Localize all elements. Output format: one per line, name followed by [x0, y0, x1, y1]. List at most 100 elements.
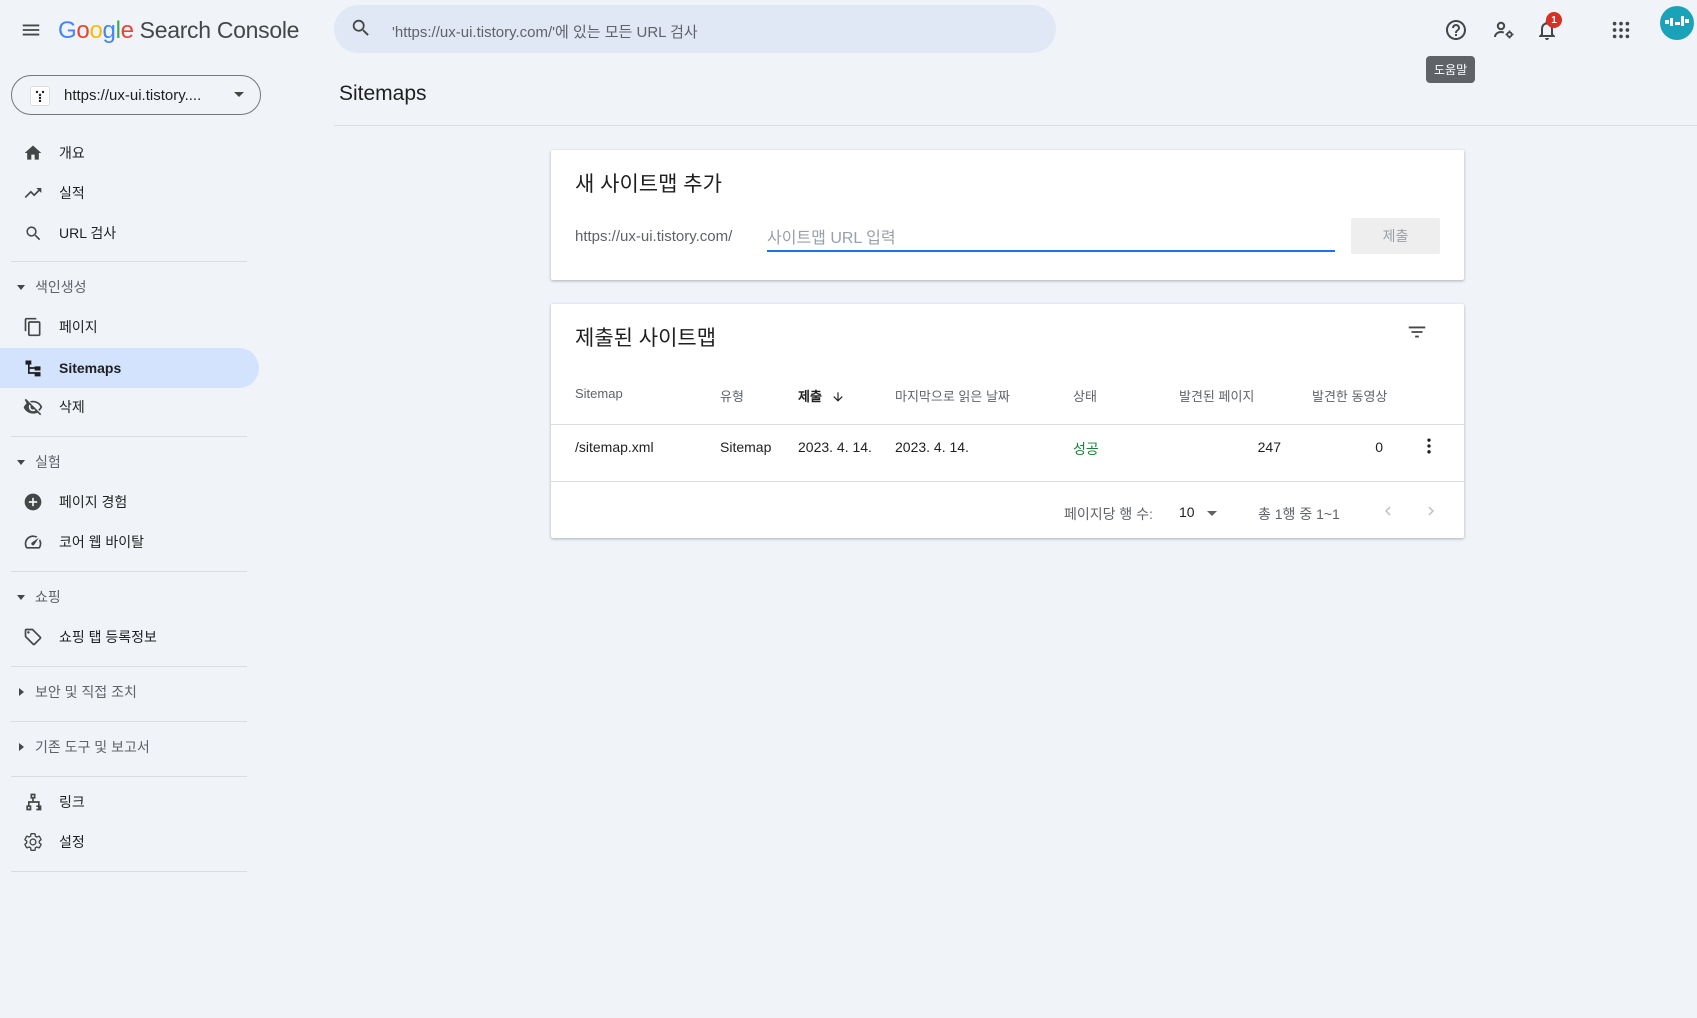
chevron-down-icon[interactable]: [1207, 511, 1217, 516]
sidebar-item-overview[interactable]: 개요: [0, 133, 260, 173]
submitted-sitemaps-title: 제출된 사이트맵: [575, 327, 717, 350]
sidebar-item-page-experience[interactable]: 페이지 경험: [0, 482, 260, 522]
section-security-manual-actions[interactable]: 보안 및 직접 조치: [0, 677, 260, 707]
add-sitemap-card: 새 사이트맵 추가 https://ux-ui.tistory.com/ 제출: [551, 150, 1464, 280]
cell-discovered-videos: 0: [1375, 439, 1383, 455]
cell-last-read: 2023. 4. 14.: [895, 439, 969, 455]
sidebar-divider: [11, 261, 247, 262]
add-circle-icon: [22, 491, 44, 513]
sidebar-item-label: 설정: [59, 834, 85, 850]
links-icon: [22, 791, 44, 813]
column-header-discovered-pages[interactable]: 발견된 페이지: [1179, 386, 1254, 405]
caret-right-icon: [19, 743, 24, 751]
section-experience[interactable]: 실험: [0, 447, 260, 477]
manage-users-icon[interactable]: [1488, 14, 1520, 46]
filter-icon[interactable]: [1405, 320, 1429, 344]
cell-discovered-pages: 247: [1257, 439, 1281, 455]
next-page-icon[interactable]: [1417, 497, 1445, 525]
section-legacy-tools[interactable]: 기존 도구 및 보고서: [0, 732, 260, 762]
pagination-range: 총 1행 중 1~1: [1258, 506, 1340, 522]
sidebar-item-label: 실적: [59, 185, 85, 201]
sidebar-item-label: 페이지 경험: [59, 494, 128, 510]
sidebar-item-performance[interactable]: 실적: [0, 173, 260, 213]
sidebar-item-label: 삭제: [59, 399, 85, 415]
rows-per-page-label: 페이지당 행 수:: [1064, 506, 1153, 522]
header-divider: [551, 424, 1464, 425]
rows-per-page-select[interactable]: 10: [1179, 504, 1195, 520]
sidebar-item-url-inspection[interactable]: URL 검사: [0, 213, 260, 253]
sidebar-item-label: 개요: [59, 145, 85, 161]
submitted-sitemaps-card: 제출된 사이트맵 Sitemap 유형 제출 마지막으로 읽은 날짜 상태 발견…: [551, 304, 1464, 538]
help-icon[interactable]: [1440, 14, 1472, 46]
sidebar-item-label: URL 검사: [59, 225, 117, 241]
url-inspection-search[interactable]: 'https://ux-ui.tistory.com/'에 있는 모든 URL …: [334, 5, 1056, 53]
sidebar-item-label: Sitemaps: [59, 360, 122, 376]
cell-status: 성공: [1073, 441, 1099, 457]
sidebar-divider: [11, 571, 247, 572]
column-header-discovered-videos[interactable]: 발견한 동영상: [1312, 386, 1387, 405]
sidebar-item-shopping-tab-listings[interactable]: 쇼핑 탭 등록정보: [0, 617, 260, 657]
sitemap-url-prefix: https://ux-ui.tistory.com/: [575, 228, 733, 245]
speed-gauge-icon: [22, 531, 44, 553]
search-console-logo[interactable]: Google Search Console: [58, 17, 299, 45]
title-divider: [334, 125, 1697, 126]
page-title: Sitemaps: [339, 82, 427, 105]
settings-gear-icon: [22, 831, 44, 853]
sidebar-item-label: 코어 웹 바이탈: [59, 534, 145, 550]
sidebar-divider: [11, 721, 247, 722]
section-label: 기존 도구 및 보고서: [35, 739, 150, 755]
caret-right-icon: [19, 688, 24, 696]
row-divider: [551, 481, 1464, 482]
sidebar-divider: [11, 666, 247, 667]
submit-button[interactable]: 제출: [1351, 218, 1440, 254]
previous-page-icon[interactable]: [1374, 497, 1402, 525]
more-vert-icon[interactable]: [1417, 434, 1441, 458]
add-sitemap-title: 새 사이트맵 추가: [575, 173, 722, 196]
column-header-sitemap[interactable]: Sitemap: [575, 386, 623, 401]
section-label: 색인생성: [35, 279, 87, 295]
sidebar-divider: [11, 871, 247, 872]
section-label: 쇼핑: [35, 589, 61, 605]
trending-up-icon: [22, 182, 44, 204]
column-header-last-read[interactable]: 마지막으로 읽은 날짜: [895, 386, 1010, 405]
google-wordmark: Google: [58, 17, 134, 44]
visibility-off-icon: [22, 396, 44, 418]
caret-down-icon: [17, 594, 25, 600]
sidebar-item-label: 페이지: [59, 319, 98, 335]
sidebar-item-settings[interactable]: 설정: [0, 822, 260, 862]
sidebar-item-links[interactable]: 링크: [0, 782, 260, 822]
sidebar-item-sitemaps[interactable]: Sitemaps: [0, 348, 259, 388]
column-header-label: 제출: [798, 389, 822, 404]
caret-down-icon: [17, 284, 25, 290]
top-app-bar: Google Search Console 'https://ux-ui.tis…: [0, 0, 1697, 83]
search-placeholder: 'https://ux-ui.tistory.com/'에 있는 모든 URL …: [392, 24, 698, 41]
avatar[interactable]: [1660, 6, 1694, 40]
property-url: https://ux-ui.tistory....: [64, 87, 202, 104]
pages-icon: [22, 316, 44, 338]
section-shopping[interactable]: 쇼핑: [0, 582, 260, 612]
menu-icon[interactable]: [15, 14, 47, 46]
column-header-status[interactable]: 상태: [1073, 386, 1097, 405]
column-header-submitted[interactable]: 제출: [798, 386, 845, 405]
sidebar-item-core-web-vitals[interactable]: 코어 웹 바이탈: [0, 522, 260, 562]
section-indexing[interactable]: 색인생성: [0, 272, 260, 302]
sidebar-item-label: 링크: [59, 794, 85, 810]
sidebar-item-pages[interactable]: 페이지: [0, 307, 260, 347]
sidebar-item-label: 쇼핑 탭 등록정보: [59, 629, 157, 645]
section-label: 실험: [35, 454, 61, 470]
sidebar-divider: [11, 776, 247, 777]
search-icon: [350, 17, 372, 44]
apps-grid-icon[interactable]: [1605, 14, 1637, 46]
property-selector[interactable]: https://ux-ui.tistory....: [11, 75, 261, 115]
cell-submitted: 2023. 4. 14.: [798, 439, 872, 455]
caret-down-icon: [17, 459, 25, 465]
chevron-down-icon: [234, 92, 244, 97]
sidebar-item-removals[interactable]: 삭제: [0, 387, 260, 427]
cell-sitemap: /sitemap.xml: [575, 439, 654, 455]
notification-badge: 1: [1546, 12, 1562, 28]
product-name: Search Console: [139, 17, 300, 43]
sitemap-icon: [22, 357, 44, 379]
sitemap-url-input[interactable]: [767, 222, 1335, 252]
column-header-type[interactable]: 유형: [720, 386, 744, 405]
section-label: 보안 및 직접 조치: [35, 684, 137, 700]
